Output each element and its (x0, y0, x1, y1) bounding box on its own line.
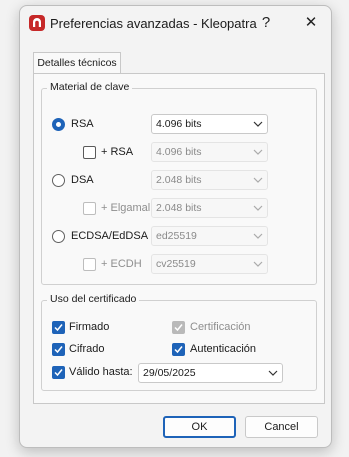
dsa-sub-bits-value: 2.048 bits (156, 202, 202, 214)
encrypted-checkbox[interactable] (52, 343, 65, 356)
cert-usage-group: Uso del certificado Firmado Certificació… (41, 293, 317, 391)
dsa-bits-value: 2.048 bits (156, 174, 202, 186)
tab-technical-details[interactable]: Detalles técnicos (33, 52, 121, 74)
ecdh-checkbox[interactable] (83, 258, 96, 271)
key-material-group: Material de clave RSA 4.096 bits + RSA 4… (41, 81, 317, 285)
rsa-sub-bits-select[interactable]: 4.096 bits (151, 142, 268, 162)
chevron-down-icon (268, 370, 278, 376)
ecdsa-label: ECDSA/EdDSA (71, 230, 149, 242)
signed-label: Firmado (69, 321, 110, 333)
checkmark-icon (54, 324, 63, 332)
ecdh-curve-select[interactable]: cv25519 (151, 254, 268, 274)
rsa-sub-label: + RSA (101, 146, 134, 158)
ecdsa-curve-select[interactable]: ed25519 (151, 226, 268, 246)
checkmark-icon (54, 346, 63, 354)
checkmark-icon (54, 369, 63, 377)
valid-until-date: 29/05/2025 (143, 367, 196, 379)
valid-until-label: Válido hasta: (69, 366, 133, 378)
chevron-down-icon (253, 177, 263, 183)
dsa-label: DSA (71, 174, 94, 186)
dsa-sub-label: + Elgamal (101, 202, 151, 214)
close-button[interactable]: ✕ (302, 14, 320, 32)
ecdh-curve-value: cv25519 (156, 258, 196, 270)
dsa-sub-bits-select[interactable]: 2.048 bits (151, 198, 268, 218)
rsa-sub-bits-value: 4.096 bits (156, 146, 202, 158)
ok-button[interactable]: OK (163, 416, 236, 438)
rsa-label: RSA (71, 118, 94, 130)
tab-panel: Material de clave RSA 4.096 bits + RSA 4… (33, 73, 325, 404)
dialog-window: Preferencias avanzadas - Kleopatra ? ✕ D… (19, 5, 332, 448)
dsa-radio[interactable] (52, 174, 65, 187)
authentication-label: Autenticación (190, 343, 257, 355)
dsa-bits-select[interactable]: 2.048 bits (151, 170, 268, 190)
chevron-down-icon (253, 233, 263, 239)
key-material-title: Material de clave (47, 81, 133, 93)
signed-checkbox[interactable] (52, 321, 65, 334)
encrypted-label: Cifrado (69, 343, 105, 355)
checkmark-icon (174, 346, 183, 354)
title-bar[interactable]: Preferencias avanzadas - Kleopatra ? ✕ (20, 6, 331, 40)
ecdsa-radio[interactable] (52, 230, 65, 243)
ecdh-label: + ECDH (101, 258, 142, 270)
rsa-sub-checkbox[interactable] (83, 146, 96, 159)
chevron-down-icon (253, 261, 263, 267)
window-title: Preferencias avanzadas - Kleopatra (50, 16, 257, 31)
valid-until-date-picker[interactable]: 29/05/2025 (138, 363, 283, 383)
chevron-down-icon (253, 205, 263, 211)
cert-usage-title: Uso del certificado (47, 293, 140, 305)
cancel-button-label: Cancel (264, 421, 299, 433)
authentication-checkbox[interactable] (172, 343, 185, 356)
cancel-button[interactable]: Cancel (245, 416, 318, 438)
rsa-radio[interactable] (52, 118, 65, 131)
valid-until-checkbox[interactable] (52, 366, 65, 379)
rsa-bits-value: 4.096 bits (156, 118, 202, 130)
checkmark-icon (174, 324, 183, 332)
ecdsa-curve-value: ed25519 (156, 230, 197, 242)
ok-button-label: OK (191, 421, 208, 433)
certification-checkbox[interactable] (172, 321, 185, 334)
help-button[interactable]: ? (257, 14, 275, 32)
chevron-down-icon (253, 121, 263, 127)
chevron-down-icon (253, 149, 263, 155)
tab-label: Detalles técnicos (37, 57, 117, 69)
kleopatra-icon (29, 15, 45, 31)
certification-label: Certificación (190, 321, 251, 333)
rsa-bits-select[interactable]: 4.096 bits (151, 114, 268, 134)
dsa-sub-checkbox[interactable] (83, 202, 96, 215)
